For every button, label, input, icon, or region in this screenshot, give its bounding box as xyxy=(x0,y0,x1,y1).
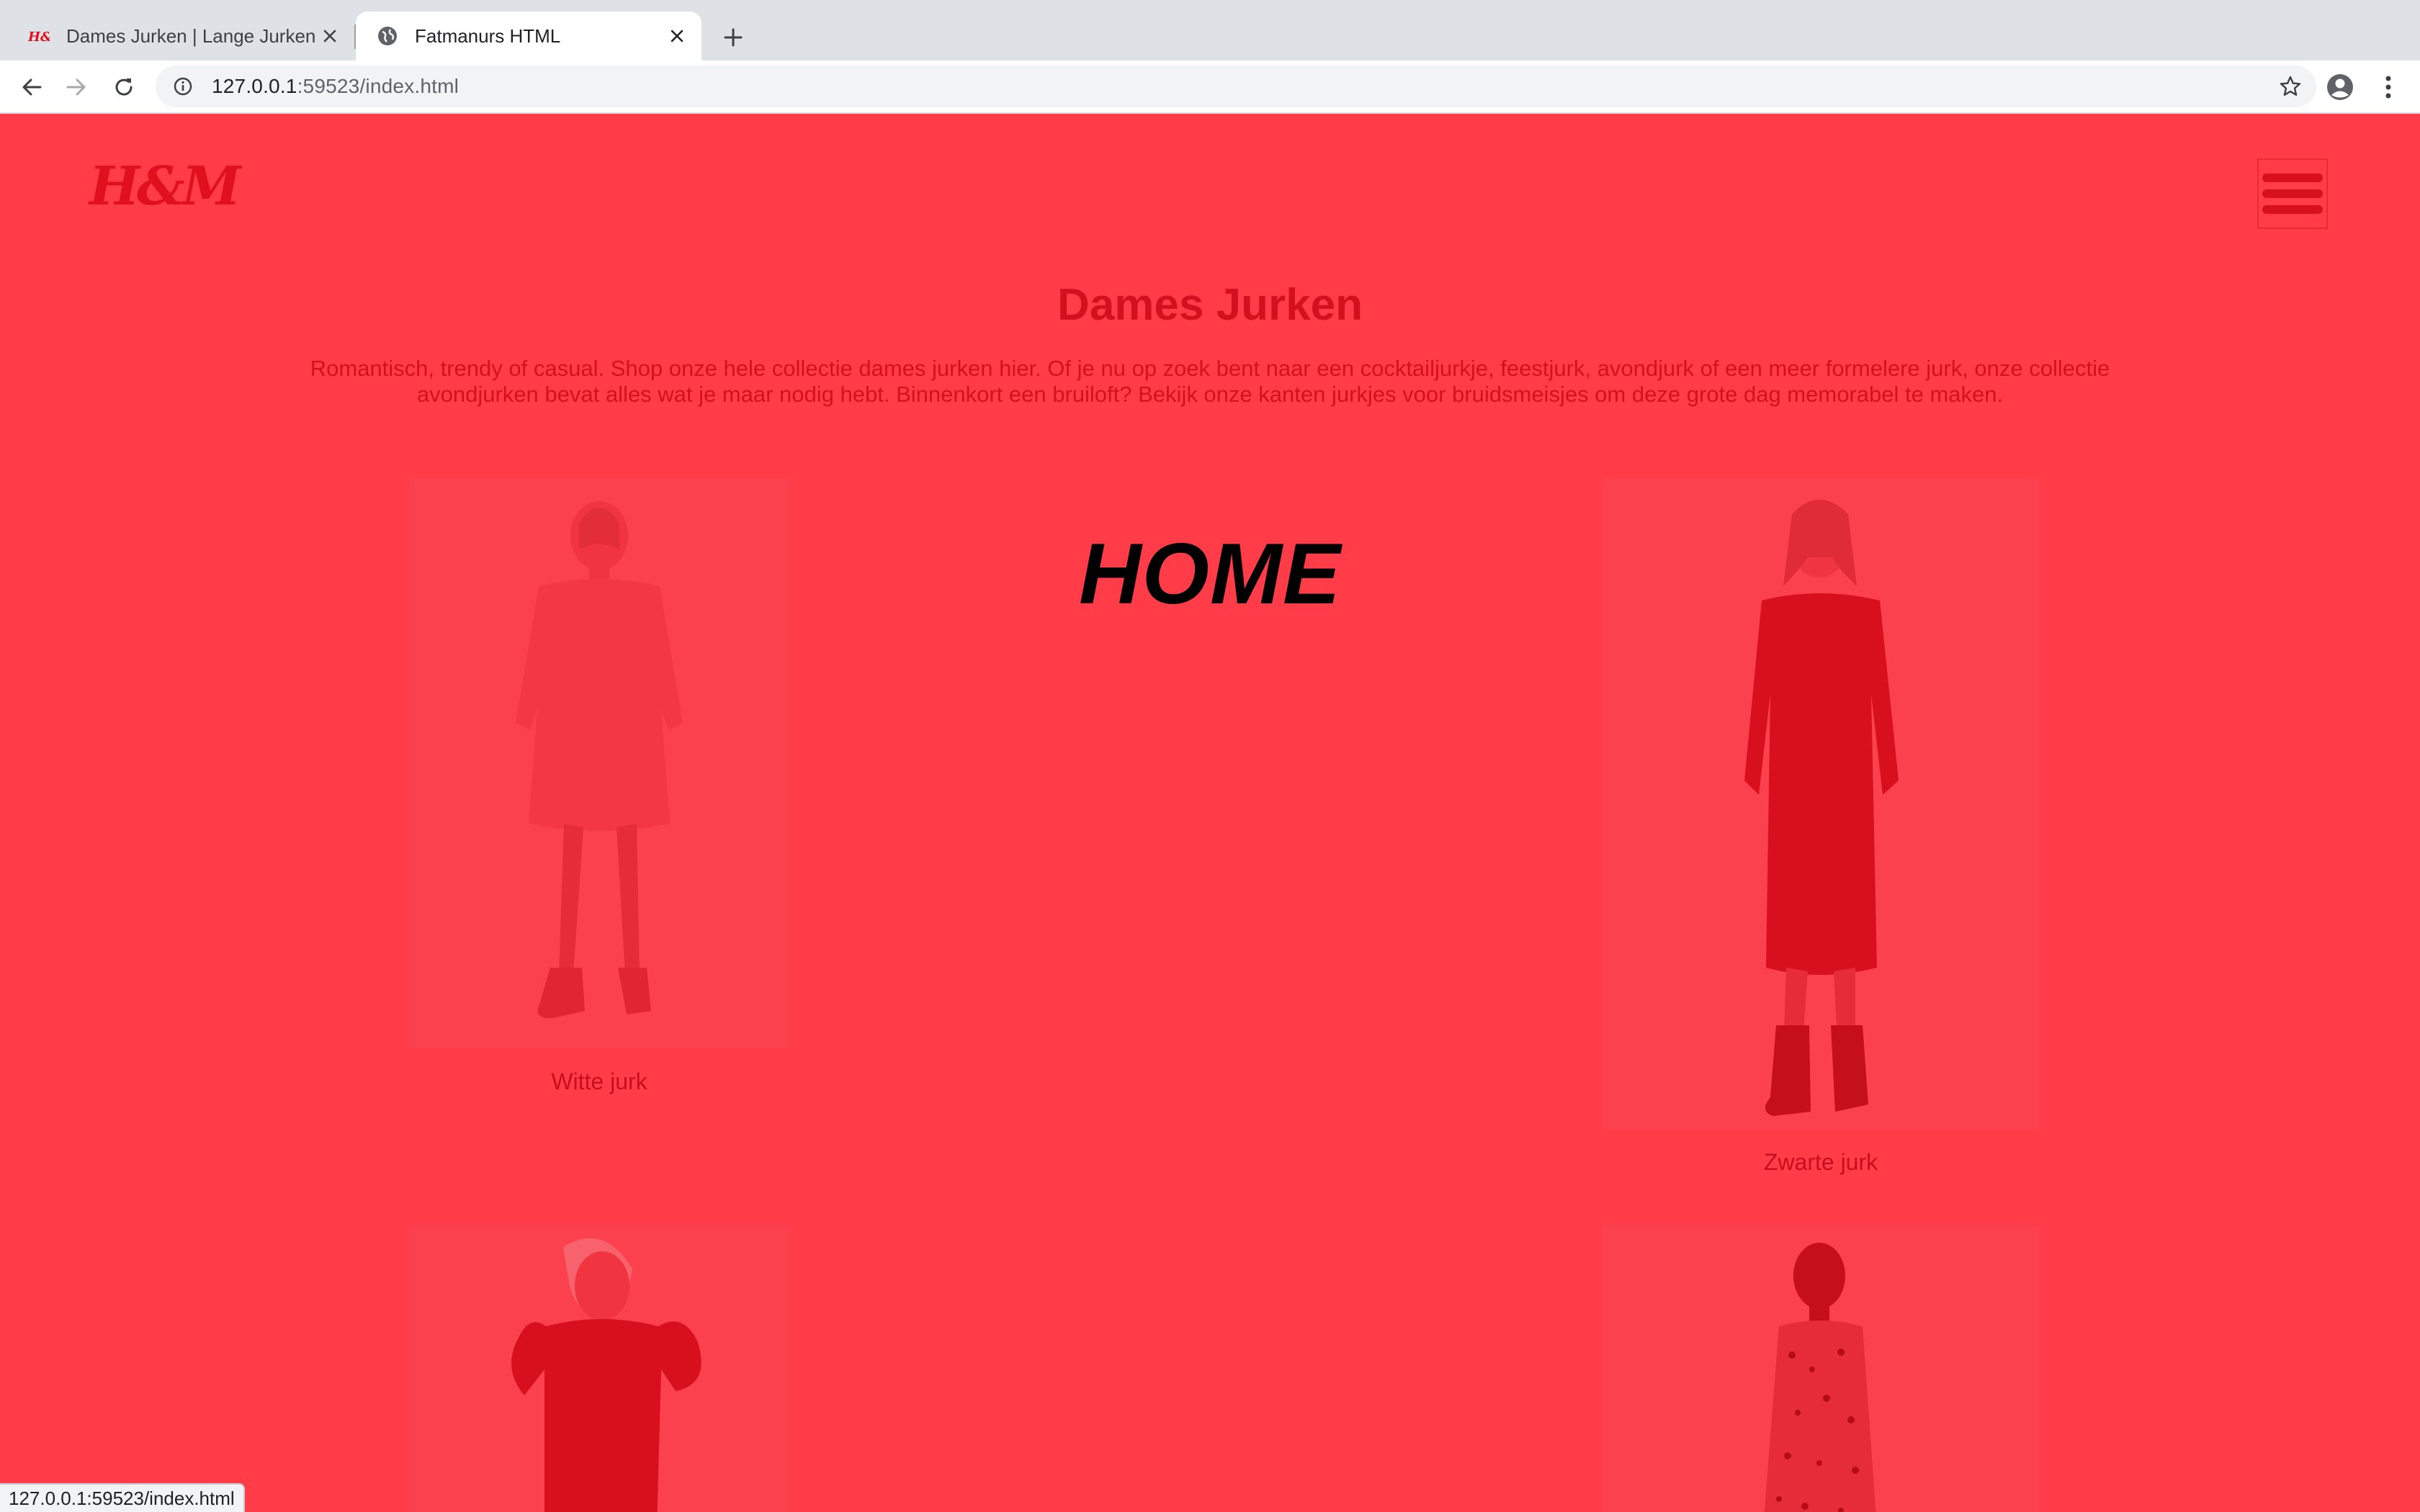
arrow-left-icon xyxy=(22,78,42,96)
tab-fatmanurs-html[interactable]: Fatmanurs HTML xyxy=(356,12,702,60)
product-name[interactable]: Witte jurk xyxy=(409,1068,789,1095)
browser-toolbar: 127.0.0.1:59523/index.html xyxy=(0,60,2420,114)
close-tab-icon[interactable] xyxy=(663,22,691,50)
hm-favicon-icon: H&M xyxy=(26,23,52,49)
page-content: H&M Dames Jurken Romantisch, trendy of c… xyxy=(0,114,2420,1512)
globe-icon xyxy=(375,23,400,49)
reload-button[interactable] xyxy=(107,70,141,104)
reload-icon xyxy=(115,78,133,96)
plus-icon xyxy=(724,28,743,47)
product-image[interactable] xyxy=(1603,1225,2038,1512)
menu-bar xyxy=(2262,189,2323,198)
product-name[interactable]: Zwarte jurk xyxy=(1603,1149,2038,1176)
forward-button[interactable] xyxy=(59,70,94,104)
new-tab-button[interactable] xyxy=(716,20,750,55)
product-image[interactable] xyxy=(409,1225,789,1512)
page-title: Dames Jurken xyxy=(1057,280,1363,330)
close-tab-icon[interactable] xyxy=(315,22,344,50)
more-menu-icon[interactable] xyxy=(2374,71,2403,104)
menu-bar xyxy=(2262,205,2323,214)
url-host: 127.0.0.1 xyxy=(212,75,297,97)
tab-title: Dames Jurken | Lange Jurken, xyxy=(66,24,315,47)
tab-title: Fatmanurs HTML xyxy=(415,24,561,47)
url-text[interactable]: 127.0.0.1:59523/index.html xyxy=(212,75,459,98)
intro-text: Romantisch, trendy of casual. Shop onze … xyxy=(310,356,2110,407)
info-icon[interactable] xyxy=(170,73,196,99)
account-icon[interactable] xyxy=(2323,71,2357,104)
menu-bar xyxy=(2262,174,2323,182)
address-bar[interactable]: 127.0.0.1:59523/index.html xyxy=(156,66,2316,107)
back-button[interactable] xyxy=(14,70,49,104)
hm-logo[interactable]: H&M xyxy=(89,156,241,217)
url-path: :59523/index.html xyxy=(297,75,460,97)
arrow-right-icon xyxy=(66,78,86,96)
bookmark-star-icon[interactable] xyxy=(2277,73,2303,99)
hamburger-menu-button[interactable] xyxy=(2257,158,2328,229)
status-bar-url: 127.0.0.1:59523/index.html xyxy=(0,1483,245,1512)
home-overlay-text: HOME xyxy=(1079,526,1341,622)
svg-text:H&M: H&M xyxy=(28,30,50,45)
tab-strip: H&M Dames Jurken | Lange Jurken, Fatmanu… xyxy=(0,0,2420,60)
tab-hm-dames-jurken[interactable]: H&M Dames Jurken | Lange Jurken, xyxy=(0,12,354,60)
